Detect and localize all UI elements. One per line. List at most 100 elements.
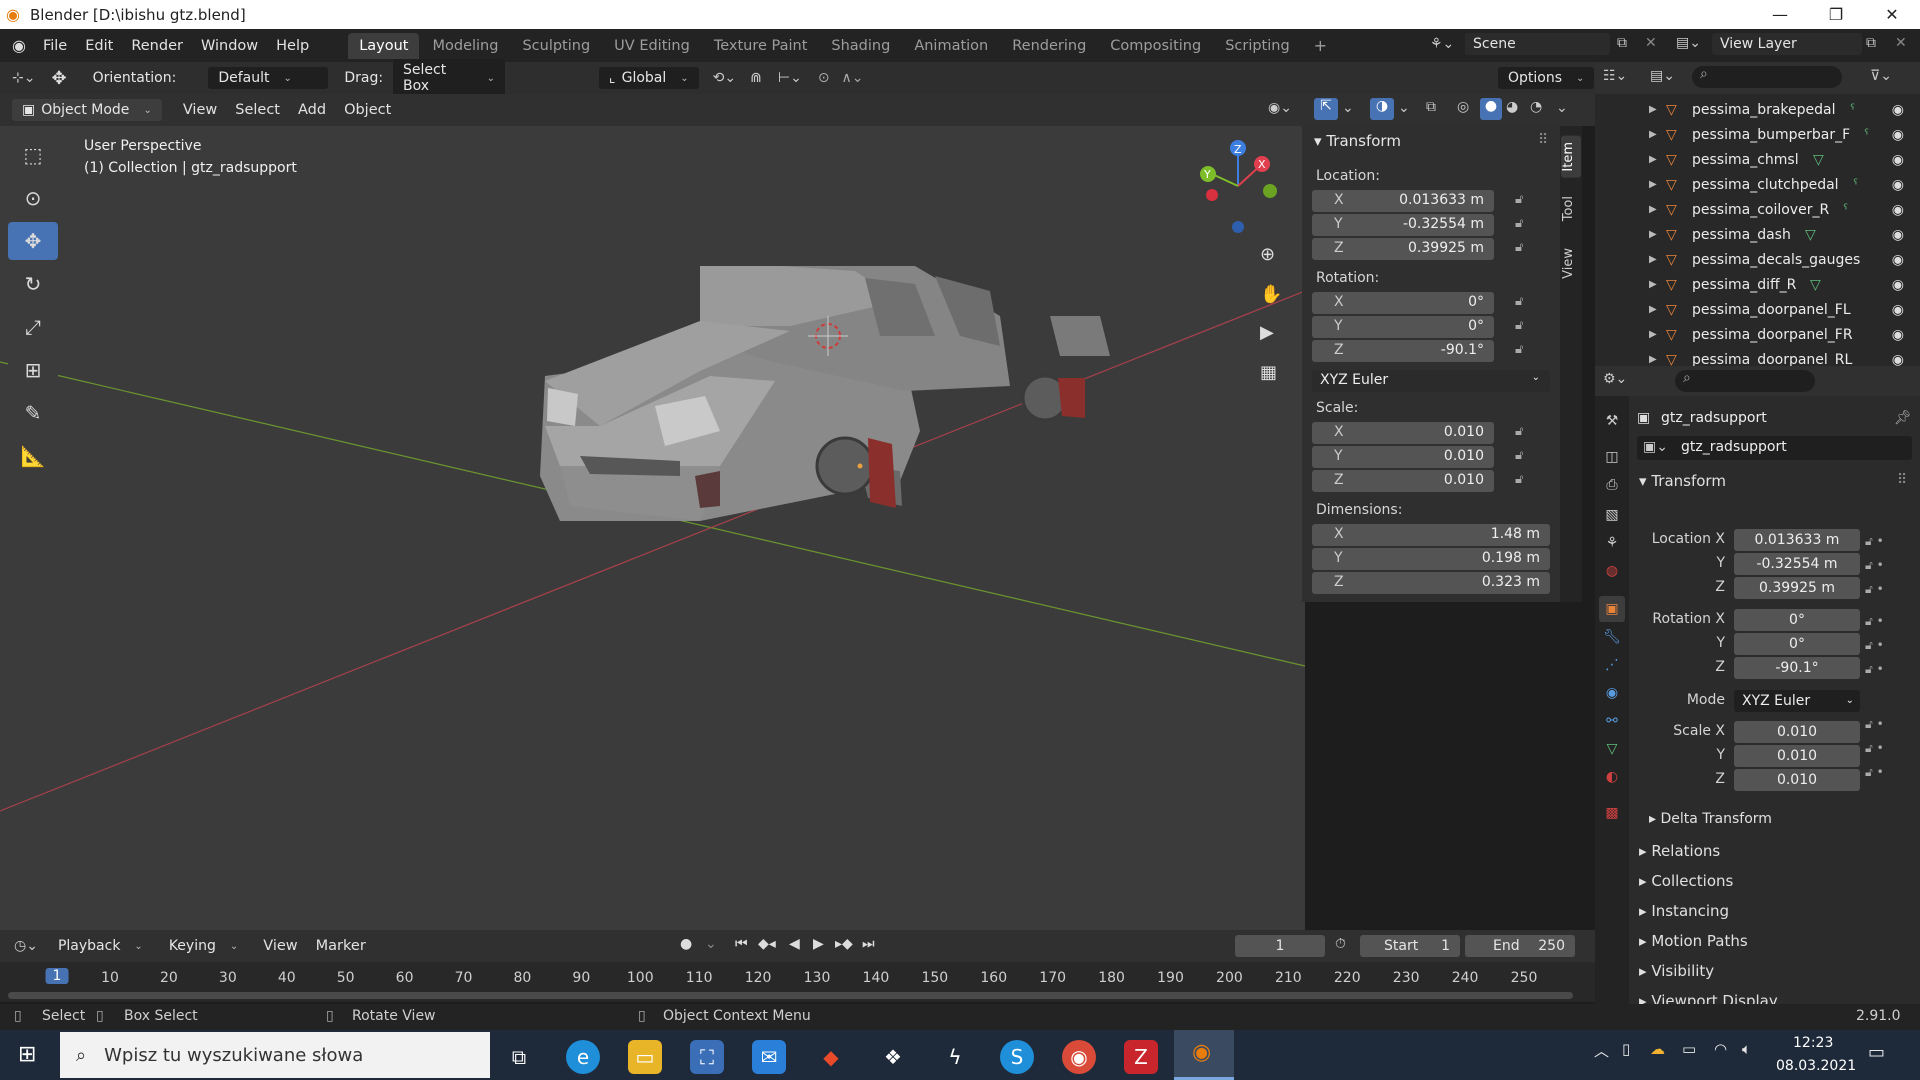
options-dropdown[interactable]: Options ⌄ [1498, 67, 1595, 89]
view-layer-icon[interactable]: ▤⌄ [1676, 35, 1701, 51]
mesh-data-icon[interactable]: ▽ [1805, 227, 1816, 243]
lock-icon[interactable]: 🔓︎ [1515, 472, 1533, 490]
select-box-tool-icon[interactable]: ⬚ [8, 136, 58, 174]
playback-menu[interactable]: Playback ⌄ [48, 935, 153, 957]
filezilla-icon[interactable]: Z [1124, 1040, 1158, 1074]
blender-taskbar-button[interactable]: ◉ [1174, 1030, 1234, 1080]
task-view-icon[interactable]: ⧉ [502, 1040, 536, 1074]
shading-dropdown-icon[interactable]: ⌄ [1556, 100, 1568, 116]
relations-panel[interactable]: ▸ Relations [1639, 842, 1720, 860]
instancing-panel[interactable]: ▸ Instancing [1639, 902, 1729, 920]
prop-location-y-field[interactable]: -0.32554 m [1734, 553, 1860, 575]
expand-arrow-icon[interactable]: ▶ [1649, 279, 1657, 290]
eye-icon[interactable]: ◉ [1892, 327, 1904, 343]
drag-dropdown[interactable]: Select Box ⌄ [393, 59, 506, 97]
camera-view-icon[interactable]: ▶ [1260, 322, 1274, 343]
object-properties-icon[interactable]: ▣ [1599, 596, 1625, 622]
play-reverse-icon[interactable]: ◀ [789, 936, 800, 952]
menu-window[interactable]: Window [192, 38, 267, 54]
new-scene-icon[interactable]: ⧉ [1617, 35, 1627, 51]
outliner-item[interactable]: ▶ ▽ pessima_decals_gauges ◉ [1595, 247, 1920, 272]
proportional-falloff-icon[interactable]: ∧⌄ [842, 70, 864, 86]
material-shading-icon[interactable]: ◕ [1506, 99, 1518, 115]
lock-icon[interactable]: 🔓︎ • [1865, 529, 1915, 553]
physics-properties-icon[interactable]: ◉ [1599, 680, 1625, 706]
scene-field[interactable]: Scene [1465, 33, 1610, 55]
scene-selector-icon[interactable]: ⚘⌄ [1430, 36, 1454, 52]
minimize-button[interactable]: — [1752, 0, 1808, 29]
outliner-search-input[interactable]: ⌕ [1692, 66, 1842, 88]
outliner-item[interactable]: ▶ ▽ pessima_bumperbar_F ˁ ◉ [1595, 122, 1920, 147]
tab-animation[interactable]: Animation [903, 33, 999, 59]
zoom-icon[interactable]: ⊕ [1260, 244, 1275, 265]
skype-icon[interactable]: S [1000, 1040, 1034, 1074]
pin-icon[interactable]: 📌︎ [1894, 410, 1912, 426]
windows-start-icon[interactable]: ⊞ [18, 1042, 36, 1067]
mesh-data-icon[interactable]: ˁ [1853, 177, 1858, 193]
orientation-dropdown[interactable]: Default ⌄ [208, 67, 329, 89]
tab-item[interactable]: Item [1561, 136, 1581, 178]
render-properties-icon[interactable]: ◫ [1599, 444, 1625, 470]
prop-rotation-y-field[interactable]: 0° [1734, 633, 1860, 655]
drag-handle-icon[interactable]: ⠿ [1538, 132, 1548, 148]
tab-shading[interactable]: Shading [820, 33, 901, 59]
material-properties-icon[interactable]: ◐ [1599, 764, 1625, 790]
location-z-field[interactable]: Z 0.39925 m [1312, 238, 1494, 260]
solid-shading-icon[interactable]: ● [1480, 98, 1502, 120]
measure-tool-icon[interactable]: 📐 [8, 437, 58, 475]
lock-icon[interactable]: 🔓︎ [1515, 424, 1533, 442]
tab-rendering[interactable]: Rendering [1001, 33, 1097, 59]
filter-icon[interactable]: ⊽⌄ [1870, 68, 1892, 84]
mesh-data-icon[interactable]: ˁ [1850, 102, 1855, 118]
outliner-item[interactable]: ▶ ▽ pessima_chmsl ▽ ◉ [1595, 147, 1920, 172]
menu-file[interactable]: File [34, 38, 76, 54]
lock-icon[interactable]: 🔓︎ • [1865, 712, 1915, 736]
proportional-edit-icon[interactable]: ⊙ [818, 70, 830, 86]
move-tool-icon[interactable]: ✥ [51, 68, 66, 89]
world-properties-icon[interactable]: ◍ [1599, 558, 1625, 584]
drag-handle-icon[interactable]: ⠿ [1897, 472, 1907, 488]
snap-target-icon[interactable]: ⊢⌄ [778, 70, 802, 86]
end-frame-field[interactable]: End 250 [1465, 935, 1575, 957]
rotation-mode-dropdown[interactable]: XYZ Euler ⌄ [1312, 370, 1550, 392]
jump-end-icon[interactable]: ⏭ [862, 936, 875, 952]
lock-icon[interactable]: 🔓︎ [1515, 318, 1533, 336]
properties-editor-icon[interactable]: ⚙⌄ [1603, 371, 1627, 387]
dimensions-z-field[interactable]: Z 0.323 m [1312, 572, 1550, 594]
tray-battery-icon[interactable]: ▭ [1682, 1040, 1696, 1058]
mesh-data-icon[interactable]: ˁ [1843, 202, 1848, 218]
stopwatch-icon[interactable]: ⏱ [1335, 936, 1346, 952]
texture-properties-icon[interactable]: ▩ [1599, 800, 1625, 826]
dropbox-icon[interactable]: ❖ [876, 1040, 910, 1074]
output-properties-icon[interactable]: ⎙ [1599, 472, 1625, 498]
remove-view-layer-icon[interactable]: ✕ [1895, 35, 1907, 51]
eye-icon[interactable]: ◉ [1892, 202, 1904, 218]
prop-location-z-field[interactable]: 0.39925 m [1734, 577, 1860, 599]
eye-icon[interactable]: ◉ [1892, 252, 1904, 268]
snap-icon[interactable]: ⋒ [750, 70, 762, 86]
menu-edit[interactable]: Edit [76, 38, 122, 54]
prop-scale-y-field[interactable]: 0.010 [1734, 745, 1860, 767]
record-icon[interactable]: ● [680, 936, 692, 952]
view-layer-properties-icon[interactable]: ▧ [1599, 502, 1625, 528]
rendered-shading-icon[interactable]: ◔ [1530, 99, 1542, 115]
rotation-y-field[interactable]: Y 0° [1312, 316, 1494, 338]
prop-scale-x-field[interactable]: 0.010 [1734, 721, 1860, 743]
taskbar-search-input[interactable]: ⌕ Wpisz tu wyszukiwane słowa [60, 1032, 490, 1078]
lock-icon[interactable]: 🔓︎ [1515, 448, 1533, 466]
location-x-field[interactable]: X 0.013633 m [1312, 190, 1494, 212]
mesh-data-icon[interactable]: ▽ [1810, 277, 1821, 293]
expand-arrow-icon[interactable]: ▶ [1649, 354, 1657, 365]
tray-volume-icon[interactable]: 🔈︎ [1742, 1040, 1751, 1058]
expand-arrow-icon[interactable]: ▶ [1649, 104, 1657, 115]
tab-tool[interactable]: Tool [1561, 190, 1581, 227]
eye-icon[interactable]: ◉ [1892, 177, 1904, 193]
mail-icon[interactable]: ✉ [752, 1040, 786, 1074]
outliner-item[interactable]: ▶ ▽ pessima_doorpanel_FR ◉ [1595, 322, 1920, 347]
eye-icon[interactable]: ◉ [1892, 352, 1904, 367]
object-mode-dropdown[interactable]: ▣ Object Mode ⌄ [12, 99, 162, 121]
gizmo-toggle-icon[interactable]: ⇱ [1314, 98, 1338, 120]
tab-uv-editing[interactable]: UV Editing [603, 33, 701, 59]
prop-mode-dropdown[interactable]: XYZ Euler ⌄ [1734, 690, 1860, 712]
current-frame-field[interactable]: 1 [1235, 935, 1325, 957]
